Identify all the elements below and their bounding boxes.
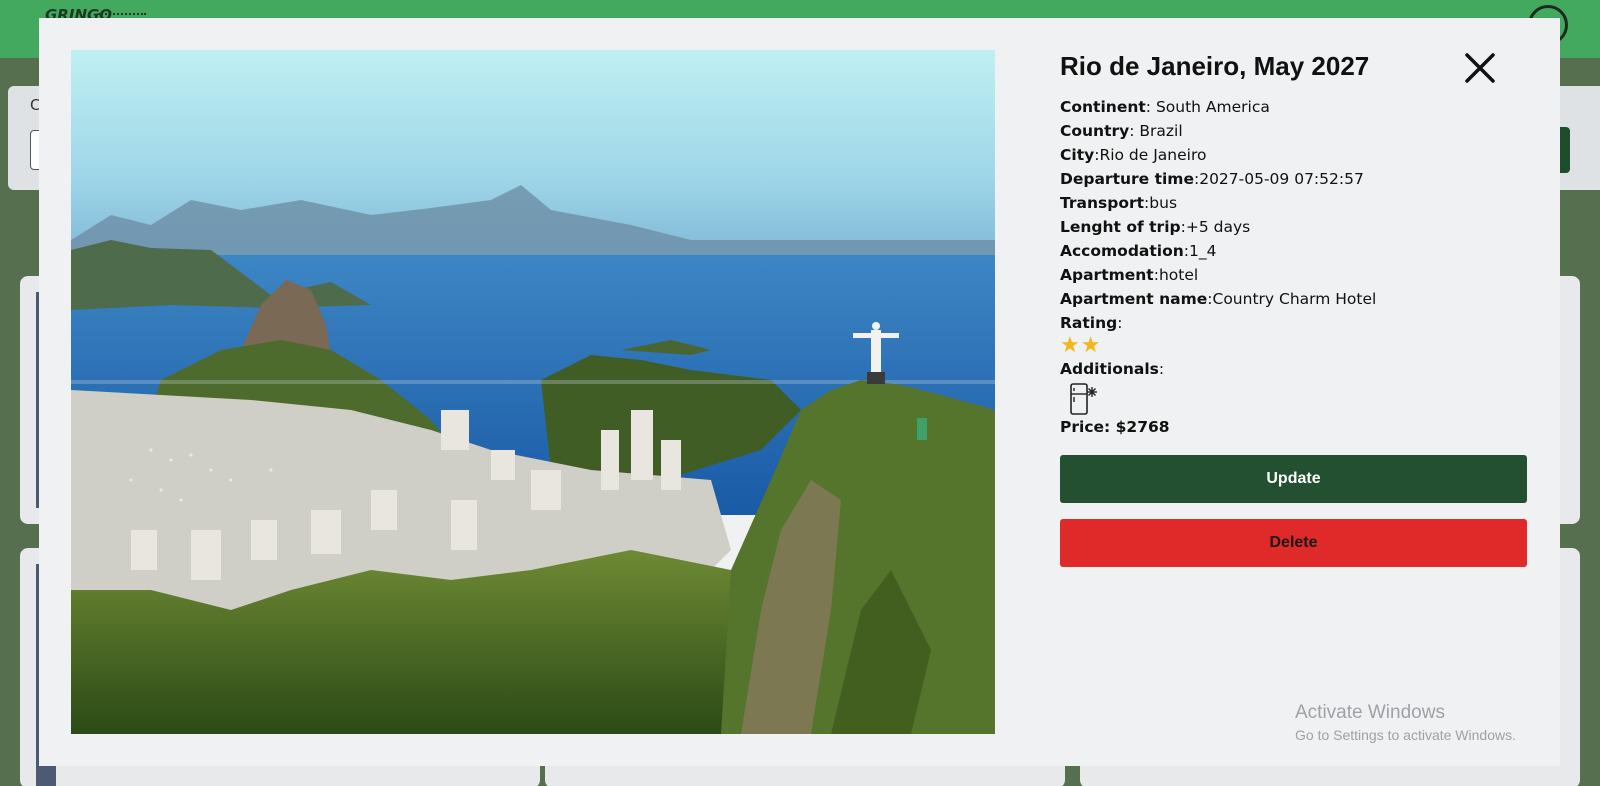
detail-value: bus [1149,194,1178,212]
detail-value: hotel [1158,266,1199,284]
detail-value: 2027-05-09 07:52:57 [1199,170,1364,188]
detail-label: Continent [1060,98,1146,116]
detail-rating: Rating: [1060,311,1530,335]
price-label: Price: [1060,418,1116,436]
watermark-subtitle: Go to Settings to activate Windows. [1295,727,1516,743]
rating-stars: ★★ [1060,333,1102,358]
watermark-title: Activate Windows [1295,702,1445,723]
update-button[interactable]: Update [1060,455,1527,503]
trip-details: Rio de Janeiro, May 2027 Continent: Sout… [1060,50,1530,567]
windows-activation-watermark: Activate Windows Go to Settings to activ… [1295,702,1516,743]
price-value: $2768 [1115,418,1170,436]
detail-value: +5 days [1185,218,1251,236]
logo-underline [98,13,146,17]
detail-transport: Transport:bus [1060,191,1530,215]
detail-additionals: Additionals: [1060,357,1530,381]
detail-label: Departure time [1060,170,1194,188]
detail-value: South America [1155,98,1270,116]
rio-de-janeiro-image [71,50,995,734]
detail-departure-time: Departure time:2027-05-09 07:52:57 [1060,167,1530,191]
detail-sep: : [1158,360,1165,378]
detail-apartment-name: Apartment name:Country Charm Hotel [1060,287,1530,311]
detail-city: City:Rio de Janeiro [1060,143,1530,167]
detail-sep: : [1145,98,1156,116]
detail-label: Lenght of trip [1060,218,1181,236]
trip-info: Continent: South America Country: Brazil… [1060,95,1530,439]
detail-sep: : [1117,314,1123,332]
destination-photo [71,50,995,734]
detail-sep: : [1129,122,1140,140]
detail-label: Apartment name [1060,290,1208,308]
detail-label: Rating [1060,314,1118,332]
trip-title: Rio de Janeiro, May 2027 [1060,51,1370,81]
fridge-icon [1070,383,1097,415]
trip-detail-modal: Rio de Janeiro, May 2027 Continent: Sout… [39,18,1560,766]
detail-continent: Continent: South America [1060,95,1530,119]
detail-label: Country [1060,122,1130,140]
detail-country: Country: Brazil [1060,119,1530,143]
detail-trip-length: Lenght of trip:+5 days [1060,215,1530,239]
detail-value: Rio de Janeiro [1099,146,1207,164]
detail-value: Brazil [1139,122,1183,140]
detail-label: Accomodation [1060,242,1184,260]
detail-value: Country Charm Hotel [1212,290,1377,308]
delete-button[interactable]: Delete [1060,519,1527,567]
detail-apartment: Apartment:hotel [1060,263,1530,287]
detail-value: 1_4 [1189,242,1217,260]
detail-price: Price: $2768 [1060,415,1530,439]
detail-label: Additionals [1060,360,1159,378]
detail-label: Transport [1060,194,1145,212]
detail-label: City [1060,146,1095,164]
detail-label: Apartment [1060,266,1154,284]
detail-accommodation: Accomodation:1_4 [1060,239,1530,263]
